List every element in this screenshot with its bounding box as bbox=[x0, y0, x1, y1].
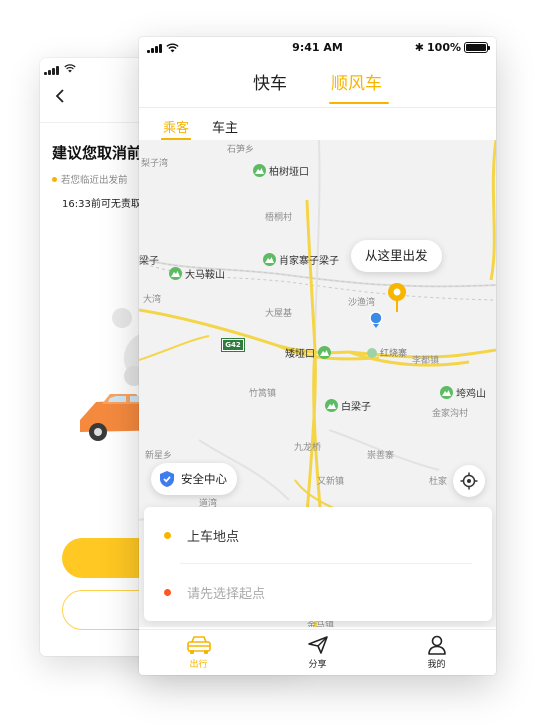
locate-crosshair-icon bbox=[460, 472, 478, 490]
map-pin-icon[interactable] bbox=[387, 282, 407, 312]
mountain-icon bbox=[440, 386, 453, 399]
map-poi: 垮鸡山 bbox=[440, 385, 486, 400]
mountain-icon bbox=[318, 346, 331, 359]
mountain-icon bbox=[169, 267, 182, 280]
shield-icon bbox=[160, 471, 174, 487]
car-icon bbox=[186, 636, 211, 654]
map-place-label: 杜家 bbox=[429, 477, 448, 487]
tab-share-label: 分享 bbox=[308, 660, 327, 670]
pickup-location-field[interactable]: 上车地点 bbox=[144, 507, 492, 563]
tab-share[interactable]: 分享 bbox=[258, 630, 377, 675]
back-title: 建议您取消前 bbox=[52, 144, 143, 162]
safety-center-label: 安全中心 bbox=[181, 472, 227, 486]
map-place-label: 李都镇 bbox=[412, 356, 440, 366]
mountain-icon bbox=[253, 164, 266, 177]
foreground-phone-screen: 9:41 AM ✱ 100% 快车 顺风车 乘客 车主 石笋乡 梨子湾 梧桐村 … bbox=[139, 37, 496, 675]
tab-driver[interactable]: 车主 bbox=[212, 117, 238, 136]
back-arrow-icon[interactable] bbox=[54, 88, 66, 104]
current-location-icon bbox=[369, 311, 383, 328]
map-place-label: 沙渔湾 bbox=[348, 298, 376, 308]
back-notice-text: 若您临近出发前 bbox=[61, 175, 128, 186]
map-poi: 肖家寨子梁子 bbox=[263, 252, 339, 267]
map-place-label: 竹篙镇 bbox=[249, 389, 277, 399]
start-point-field[interactable]: 请先选择起点 bbox=[144, 564, 492, 620]
bottom-tab-bar: 出行 分享 我的 bbox=[139, 629, 496, 675]
start-placeholder: 请先选择起点 bbox=[187, 586, 266, 602]
depart-here-bubble[interactable]: 从这里出发 bbox=[351, 240, 442, 272]
back-signal-icon bbox=[44, 66, 59, 75]
battery-percent: 100% bbox=[427, 41, 461, 54]
notice-dot-icon bbox=[52, 176, 57, 182]
mountain-icon bbox=[325, 399, 338, 412]
back-free-cancel-text: 16:33前可无责取 bbox=[62, 199, 141, 210]
map-place-label: 梨子湾 bbox=[141, 159, 169, 169]
map-poi: 柏树垭口 bbox=[253, 163, 309, 178]
map-place-label: 九龙桥 bbox=[294, 443, 322, 453]
tab-mine-label: 我的 bbox=[427, 660, 446, 670]
person-icon bbox=[427, 635, 446, 655]
locate-button[interactable] bbox=[453, 465, 485, 497]
mountain-icon bbox=[367, 347, 377, 358]
map-place-label: 大湾 bbox=[143, 295, 162, 305]
start-dot-icon bbox=[164, 588, 171, 596]
map-poi: 矮垭口 bbox=[285, 345, 331, 360]
battery-icon bbox=[464, 42, 490, 53]
tab-mine[interactable]: 我的 bbox=[377, 630, 496, 675]
map-place-label: 金家沟村 bbox=[432, 409, 469, 419]
mountain-icon bbox=[263, 253, 276, 266]
tab-trip-label: 出行 bbox=[189, 660, 208, 670]
map-place-label: 梁子 bbox=[139, 256, 159, 267]
highway-badge: G42 bbox=[221, 338, 245, 352]
service-tabs: 快车 顺风车 bbox=[139, 59, 496, 105]
service-tab-indicator bbox=[329, 102, 389, 104]
tab-express[interactable]: 快车 bbox=[253, 69, 287, 94]
bluetooth-icon: ✱ bbox=[414, 41, 425, 54]
back-notice: 若您临近出发前 bbox=[52, 172, 128, 186]
map-place-label: 石笋乡 bbox=[227, 145, 255, 155]
tab-trip[interactable]: 出行 bbox=[139, 630, 258, 675]
map-place-label: 又新镇 bbox=[317, 477, 345, 487]
pickup-label: 上车地点 bbox=[187, 529, 240, 545]
map-poi: 大马鞍山 bbox=[169, 266, 225, 281]
tab-passenger[interactable]: 乘客 bbox=[163, 117, 189, 136]
map-place-label: 大屋基 bbox=[265, 309, 293, 319]
status-bar: 9:41 AM ✱ 100% bbox=[139, 37, 496, 59]
map-place-label: 梧桐村 bbox=[265, 213, 293, 223]
back-wifi-icon bbox=[64, 64, 76, 73]
map-place-label: 新星乡 bbox=[145, 451, 173, 461]
map-place-label: 崇善寨 bbox=[367, 451, 395, 461]
send-icon bbox=[307, 636, 328, 654]
tab-carpool[interactable]: 顺风车 bbox=[331, 69, 382, 94]
map-poi: 红烧寨 bbox=[367, 346, 407, 359]
safety-center-button[interactable]: 安全中心 bbox=[151, 463, 237, 495]
address-card: 上车地点 请先选择起点 bbox=[144, 507, 492, 621]
role-tabs: 乘客 车主 bbox=[139, 108, 496, 140]
status-right: ✱ 100% bbox=[414, 41, 490, 54]
map-poi: 白梁子 bbox=[325, 398, 371, 413]
pickup-dot-icon bbox=[164, 531, 171, 539]
